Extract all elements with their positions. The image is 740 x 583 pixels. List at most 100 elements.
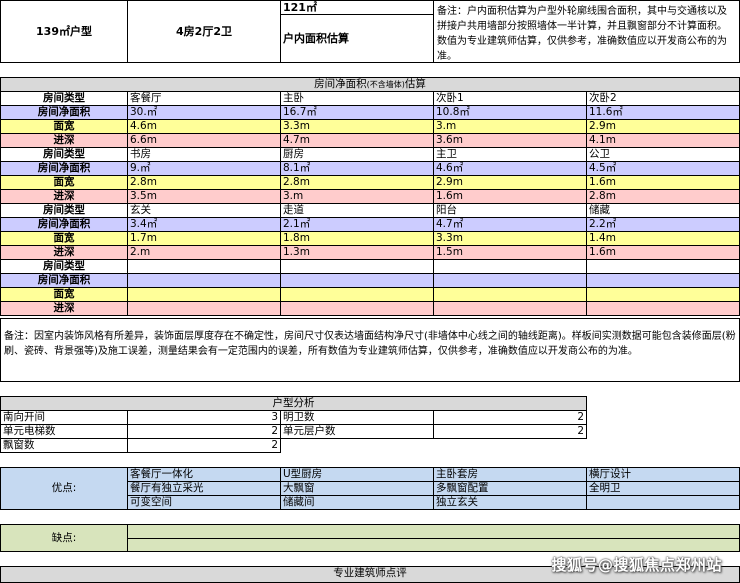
- room-width: 3.m: [433, 119, 587, 134]
- pro-item: 主卧套房: [433, 467, 587, 482]
- row-label-room-depth: 进深: [0, 189, 128, 204]
- room-depth: [433, 301, 587, 316]
- room-area: 4.5㎡: [586, 161, 740, 176]
- row-label-room-area: 房间净面积: [0, 217, 128, 232]
- room-depth: 2.m: [127, 245, 281, 260]
- room-width: [280, 287, 434, 302]
- room-width: 1.6m: [586, 175, 740, 190]
- room-depth: [280, 301, 434, 316]
- row-label-room-depth: 进深: [0, 301, 128, 316]
- row-label-room-area: 房间净面积: [0, 273, 128, 288]
- room-width: 1.4m: [586, 231, 740, 246]
- row-label-room-area: 房间净面积: [0, 161, 128, 176]
- room-width: [127, 287, 281, 302]
- room-depth: [127, 301, 281, 316]
- room-name: 储藏: [586, 203, 740, 218]
- room-name: 厨房: [280, 147, 434, 162]
- room-width: 2.9m: [586, 119, 740, 134]
- room-name: [433, 259, 587, 274]
- row-label-room-name: 房间类型: [0, 259, 128, 274]
- analysis-value: 3: [127, 410, 281, 425]
- analysis-label: 南向开间: [0, 410, 128, 425]
- pro-item: 可变空间: [127, 495, 281, 510]
- room-depth: 3.m: [280, 189, 434, 204]
- room-area: 10.8㎡: [433, 105, 587, 120]
- room-area: 16.7㎡: [280, 105, 434, 120]
- room-width: 1.8m: [280, 231, 434, 246]
- unit-area-estimate-label: 户内面积估算: [280, 14, 434, 63]
- room-width: 2.8m: [127, 175, 281, 190]
- room-depth: 3.6m: [433, 133, 587, 148]
- net-area-title: 房间净面积(不含墙体)估算: [0, 77, 740, 92]
- row-label-room-name: 房间类型: [0, 91, 128, 106]
- analysis-title: 户型分析: [0, 396, 587, 411]
- room-depth: 1.3m: [280, 245, 434, 260]
- pro-item: 多飘窗配置: [433, 481, 587, 496]
- room-depth: [586, 301, 740, 316]
- room-name: 公卫: [586, 147, 740, 162]
- room-area: 4.7㎡: [433, 217, 587, 232]
- room-area: 3.4㎡: [127, 217, 281, 232]
- pro-item: 全明卫: [586, 481, 740, 496]
- pro-item: 大飘窗: [280, 481, 434, 496]
- room-depth: 4.7m: [280, 133, 434, 148]
- room-area: [127, 273, 281, 288]
- room-name: 走道: [280, 203, 434, 218]
- room-name: 书房: [127, 147, 281, 162]
- area-estimate-note: 备注：户内面积估算为户型外轮廓线围合面积，其中与交通核以及拼接户共用墙部分按照墙…: [433, 0, 740, 63]
- pros-label: 优点:: [0, 467, 128, 510]
- analysis-label: 明卫数: [280, 410, 434, 425]
- room-area: 2.1㎡: [280, 217, 434, 232]
- analysis-label: 单元电梯数: [0, 424, 128, 439]
- room-area: [586, 273, 740, 288]
- room-width: 3.3m: [280, 119, 434, 134]
- room-name: 次卧2: [586, 91, 740, 106]
- room-name: [586, 259, 740, 274]
- pro-item: 横厅设计: [586, 467, 740, 482]
- room-depth: 1.6m: [433, 189, 587, 204]
- room-name: [280, 259, 434, 274]
- cons-label: 缺点:: [0, 524, 128, 552]
- room-area: 9.㎡: [127, 161, 281, 176]
- room-name: 客餐厅: [127, 91, 281, 106]
- net-area-title-main: 房间净面积: [314, 78, 367, 90]
- room-depth: 1.6m: [586, 245, 740, 260]
- room-area: 30.㎡: [127, 105, 281, 120]
- analysis-value: 2: [433, 410, 587, 425]
- room-area: 4.6㎡: [433, 161, 587, 176]
- net-area-note: 备注：因室内装饰风格有所差异，装饰面层厚度存在不确定性，房间尺寸仅表达墙面结构净…: [0, 318, 740, 382]
- row-label-room-width: 面宽: [0, 119, 128, 134]
- analysis-label: 单元层户数: [280, 424, 434, 439]
- analysis-value: 2: [127, 438, 281, 453]
- room-width: 1.7m: [127, 231, 281, 246]
- row-label-room-area: 房间净面积: [0, 105, 128, 120]
- room-width: 2.9m: [433, 175, 587, 190]
- room-name: 主卫: [433, 147, 587, 162]
- room-depth: 2.8m: [586, 189, 740, 204]
- analysis-label: 飘窗数: [0, 438, 128, 453]
- room-name: [127, 259, 281, 274]
- room-area: 11.6㎡: [586, 105, 740, 120]
- room-area: [280, 273, 434, 288]
- row-label-room-name: 房间类型: [0, 203, 128, 218]
- room-area: 2.2㎡: [586, 217, 740, 232]
- analysis-value: 2: [433, 424, 587, 439]
- watermark: 搜狐号@搜狐焦点郑州站: [551, 556, 722, 574]
- pro-item: 储藏间: [280, 495, 434, 510]
- room-width: 2.8m: [280, 175, 434, 190]
- room-width: 3.3m: [433, 231, 587, 246]
- room-depth: 3.5m: [127, 189, 281, 204]
- room-name: 阳台: [433, 203, 587, 218]
- pro-item: 餐厅有独立采光: [127, 481, 281, 496]
- room-name: 主卧: [280, 91, 434, 106]
- row-label-room-name: 房间类型: [0, 147, 128, 162]
- room-area: [433, 273, 587, 288]
- room-depth: 4.1m: [586, 133, 740, 148]
- analysis-value: 2: [127, 424, 281, 439]
- net-area-title-sub: (不含墙体): [366, 80, 405, 89]
- unit-area-label: 139㎡户型: [0, 0, 128, 63]
- unit-layout: 4房2厅2卫: [127, 0, 281, 63]
- pro-item: 独立玄关: [433, 495, 587, 510]
- room-width: [586, 287, 740, 302]
- room-name: 次卧1: [433, 91, 587, 106]
